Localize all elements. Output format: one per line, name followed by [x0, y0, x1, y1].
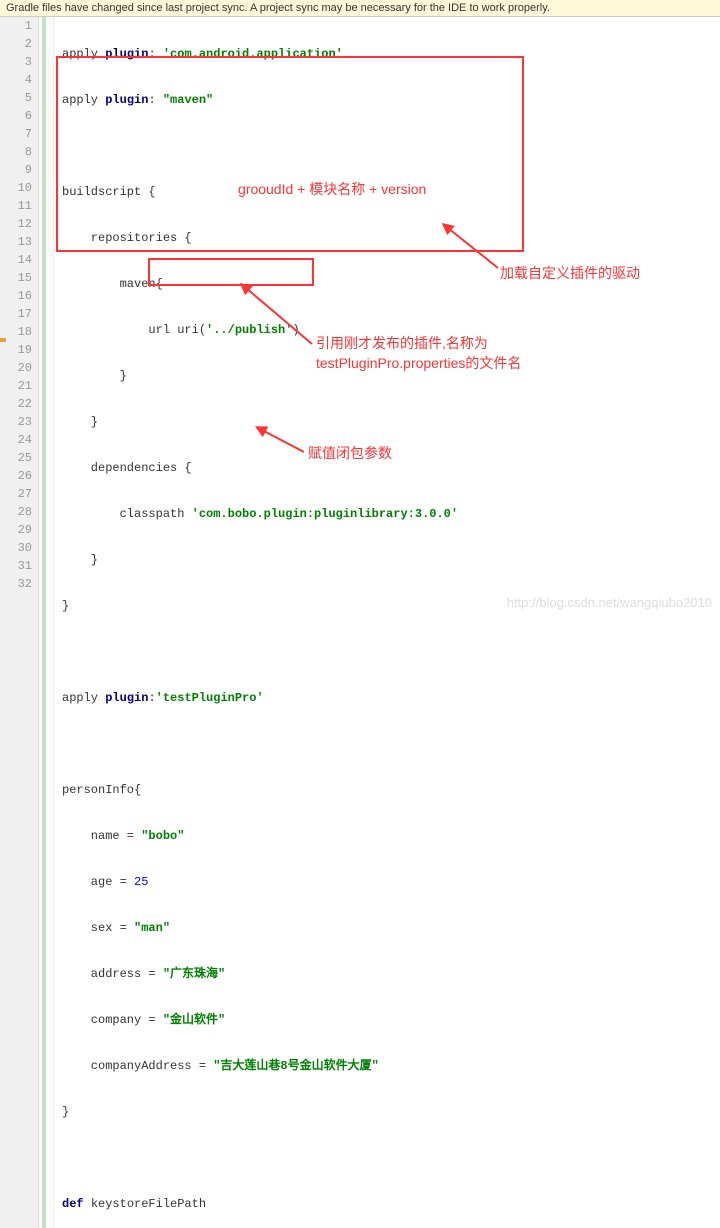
line-number: 4 [4, 71, 32, 89]
line-number: 25 [4, 449, 32, 467]
line-number: 2 [4, 35, 32, 53]
line-number: 26 [4, 467, 32, 485]
line-number: 11 [4, 197, 32, 215]
line-number: 1 [4, 17, 32, 35]
line-number: 21 [4, 377, 32, 395]
line-number: 13 [4, 233, 32, 251]
sync-banner: Gradle files have changed since last pro… [0, 0, 720, 17]
line-number: 29 [4, 521, 32, 539]
line-number: 9 [4, 161, 32, 179]
watermark: http://blog.csdn.net/wangqiubo2010 [507, 595, 712, 610]
line-number: 28 [4, 503, 32, 521]
line-number: 31 [4, 557, 32, 575]
line-number: 7 [4, 125, 32, 143]
change-marker [42, 17, 46, 1228]
line-number: 10 [4, 179, 32, 197]
line-number: 18 [4, 323, 32, 341]
line-number: 23 [4, 413, 32, 431]
line-number: 12 [4, 215, 32, 233]
line-number: 16 [4, 287, 32, 305]
line-number: 24 [4, 431, 32, 449]
line-number: 6 [4, 107, 32, 125]
line-number: 19 [4, 341, 32, 359]
line-number: 14 [4, 251, 32, 269]
code-editor[interactable]: 1234567891011121314151617181920212223242… [0, 17, 720, 1228]
line-number: 3 [4, 53, 32, 71]
line-number: 22 [4, 395, 32, 413]
line-number: 8 [4, 143, 32, 161]
line-number: 20 [4, 359, 32, 377]
line-number: 32 [4, 575, 32, 593]
line-number: 27 [4, 485, 32, 503]
line-number: 17 [4, 305, 32, 323]
line-number: 5 [4, 89, 32, 107]
code-area[interactable]: apply plugin: 'com.android.application' … [54, 17, 458, 1228]
bookmark-marker [0, 338, 6, 342]
line-gutter: 1234567891011121314151617181920212223242… [0, 17, 39, 1228]
line-number: 30 [4, 539, 32, 557]
line-number: 15 [4, 269, 32, 287]
